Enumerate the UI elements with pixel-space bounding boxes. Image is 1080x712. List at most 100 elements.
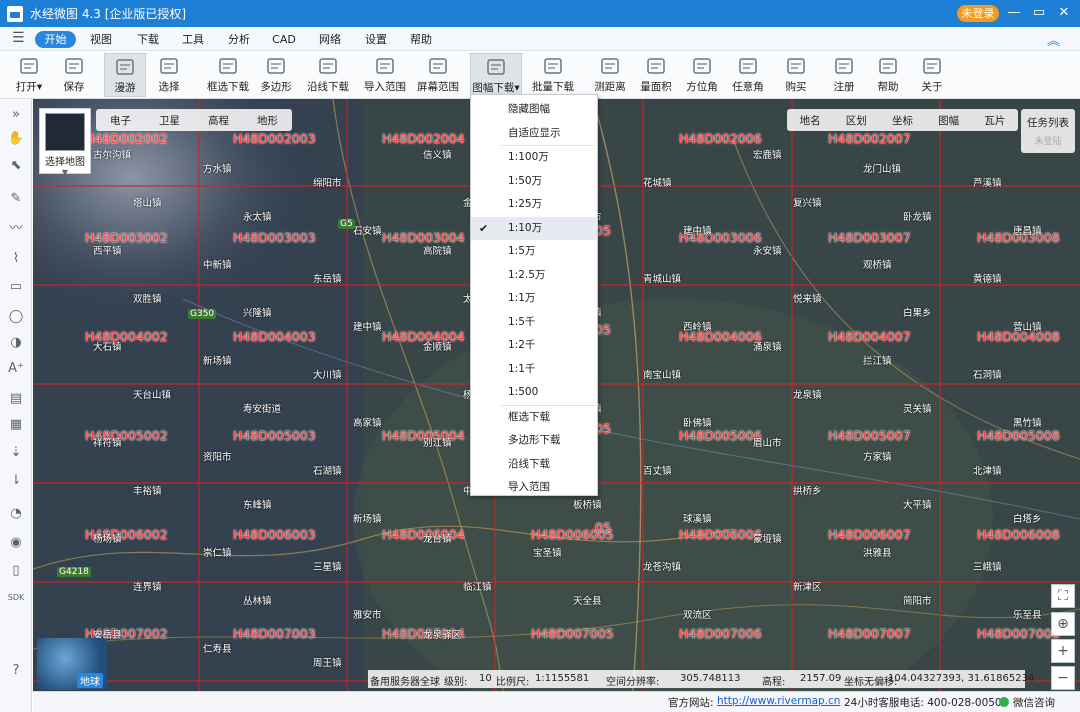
dropdown-item[interactable]: 1:1千 — [471, 358, 597, 381]
place-name-label: 龙台镇 — [423, 534, 452, 545]
collapse-ribbon-icon[interactable]: ︽ — [1047, 30, 1060, 49]
fit-extent-button[interactable]: ⛶ — [1051, 584, 1075, 608]
restore-icon[interactable]: ▭ — [1028, 2, 1050, 24]
menu-item-help[interactable]: 帮助 — [406, 32, 436, 48]
toolbar-cart-button[interactable]: 购买 — [780, 53, 812, 97]
left-tool-layer-b-icon[interactable]: ▦ — [4, 413, 28, 437]
toolbar-polygon-button[interactable]: 多边形 — [257, 53, 295, 97]
toolbar-box-select-button[interactable]: 框选下载 — [206, 53, 250, 97]
left-tool-layer-d-icon[interactable]: ⇂ — [4, 469, 28, 493]
toolbar-cursor-button[interactable]: 选择 — [152, 53, 186, 97]
dropdown-item[interactable]: 1:5万 — [471, 240, 597, 263]
menu-item-analysis[interactable]: 分析 — [224, 32, 254, 48]
dropdown-item[interactable]: 框选下载 — [471, 406, 597, 429]
wechat-link[interactable]: 微信咨询 — [1013, 695, 1055, 710]
grid-cell-label: H48D005006 — [679, 428, 762, 443]
dropdown-item[interactable]: 1:1万 — [471, 287, 597, 310]
toolbar-batch-button[interactable]: 批量下载 — [528, 53, 578, 97]
place-name-label: 连界镇 — [133, 582, 162, 593]
close-icon[interactable]: ✕ — [1053, 2, 1075, 24]
overlay-district[interactable]: 区划 — [846, 113, 867, 128]
place-name-label: 黄德镇 — [973, 274, 1002, 285]
toolbar-hand-button[interactable]: 漫游 — [104, 53, 146, 97]
left-tool-plugin-a-icon[interactable]: ◔ — [4, 502, 28, 526]
hamburger-menu-icon[interactable]: ☰ — [12, 30, 25, 46]
map-type-elevation[interactable]: 高程 — [208, 113, 229, 128]
place-name-label: 方水镇 — [203, 164, 232, 175]
dropdown-item[interactable]: 1:2千 — [471, 334, 597, 357]
map-source-picker[interactable]: 选择地图 ▼ — [39, 108, 91, 177]
left-tool-plugin-b-icon[interactable]: ◉ — [4, 531, 28, 555]
overlay-tile[interactable]: 瓦片 — [984, 113, 1005, 128]
dropdown-item[interactable]: 1:500 — [471, 381, 597, 404]
left-tool-help-icon[interactable]: ? — [4, 659, 28, 683]
dropdown-item[interactable]: 1:50万 — [471, 170, 597, 193]
task-list-panel[interactable]: 任务列表 未登陆 — [1021, 109, 1075, 153]
left-tool-draw-sector-icon[interactable]: ◑ — [4, 331, 28, 355]
left-tool-draw-polyline-icon[interactable]: ⌇ — [4, 247, 28, 271]
left-tool-layer-a-icon[interactable]: ▤ — [4, 387, 28, 411]
toolbar-area-button[interactable]: 量面积 — [636, 53, 676, 97]
zoom-in-button[interactable]: + — [1051, 639, 1075, 663]
left-tool-plugin-c-icon[interactable]: ▯ — [4, 559, 28, 583]
dropdown-item[interactable]: 1:2.5万 — [471, 264, 597, 287]
dropdown-item[interactable]: 导入范围 — [471, 476, 597, 499]
menu-item-tools[interactable]: 工具 — [178, 32, 208, 48]
menu-item-settings[interactable]: 设置 — [361, 32, 391, 48]
login-button[interactable]: 未登录 — [957, 5, 999, 22]
map-info-bar: 备用服务器全球 级别: 10 比例尺: 1:1155581 空间分辨率: 305… — [368, 670, 1034, 688]
menu-item-start[interactable]: 开始 — [35, 31, 76, 48]
map-type-terrain[interactable]: 地形 — [257, 113, 278, 128]
dropdown-item[interactable]: 1:25万 — [471, 193, 597, 216]
left-tool-select-icon[interactable]: ⬉ — [4, 154, 28, 178]
left-tool-layer-c-icon[interactable]: ⇣ — [4, 441, 28, 465]
place-name-label: 中新镇 — [203, 260, 232, 271]
zoom-out-button[interactable]: − — [1051, 666, 1075, 690]
toolbar-info-button[interactable]: 关于 — [916, 53, 948, 97]
map-type-satellite[interactable]: 卫星 — [159, 113, 180, 128]
overlay-placename[interactable]: 地名 — [800, 113, 821, 128]
left-tool-expand-icon[interactable]: » — [4, 103, 28, 127]
toolbar-folder-button[interactable]: 打开▾ — [14, 53, 44, 97]
toolbar-lock-button[interactable]: 注册 — [828, 53, 860, 97]
locate-button[interactable]: ⊕ — [1051, 612, 1075, 636]
place-name-label: 涌泉镇 — [753, 342, 782, 353]
toolbar-angle-button[interactable]: 任意角 — [728, 53, 768, 97]
toolbar-screen-button[interactable]: 屏幕范围 — [416, 53, 460, 97]
dropdown-item[interactable]: 1:5千 — [471, 311, 597, 334]
left-tool-draw-rect-icon[interactable]: ▭ — [4, 275, 28, 299]
toolbar-import-button[interactable]: 导入范围 — [362, 53, 408, 97]
menu-item-view[interactable]: 视图 — [86, 32, 116, 48]
menu-item-download[interactable]: 下载 — [133, 32, 163, 48]
dropdown-item[interactable]: 多边形下载 — [471, 429, 597, 452]
toolbar-help-button[interactable]: 帮助 — [872, 53, 904, 97]
toolbar-ruler-button[interactable]: 测距离 — [590, 53, 630, 97]
menu-item-network[interactable]: 网络 — [315, 32, 345, 48]
map-type-vector[interactable]: 电子 — [110, 113, 131, 128]
left-tool-draw-circle-icon[interactable]: ◯ — [4, 305, 28, 329]
menu-item-cad[interactable]: CAD — [269, 32, 299, 48]
toolbar-polyline-button[interactable]: 沿线下载 — [306, 53, 350, 97]
dropdown-item[interactable]: 沿线下载 — [471, 453, 597, 476]
overlay-coords[interactable]: 坐标 — [892, 113, 913, 128]
left-tool-draw-point-icon[interactable]: ✎ — [4, 187, 28, 211]
left-tool-draw-line-icon[interactable]: 〰 — [4, 217, 28, 241]
phone-label: 24小时客服电话: 400-028-0050 — [844, 697, 1002, 709]
left-tool-hand-icon[interactable]: ✋ — [4, 127, 28, 151]
toolbar-save-button[interactable]: 保存 — [58, 53, 90, 97]
dropdown-item[interactable]: 1:100万 — [471, 146, 597, 169]
left-tool-add-text-icon[interactable]: A⁺ — [4, 357, 28, 381]
toolbar-grid-button[interactable]: 图幅下载▾ — [470, 53, 522, 97]
place-name-label: 板桥镇 — [573, 500, 602, 511]
dropdown-item[interactable]: 隐藏图幅 — [471, 98, 597, 121]
left-tool-sdk-icon[interactable]: SDK — [4, 586, 28, 610]
minimize-icon[interactable]: — — [1003, 2, 1025, 24]
website-link[interactable]: http://www.rivermap.cn — [717, 695, 840, 707]
globe-minimap[interactable]: 地球 — [37, 638, 107, 690]
grid-cell-label: 05 — [595, 520, 611, 535]
overlay-sheet[interactable]: 图幅 — [938, 113, 959, 128]
place-name-label: 大川镇 — [313, 370, 342, 381]
dropdown-item[interactable]: 自适应显示 — [471, 122, 597, 145]
dropdown-item[interactable]: ✔ 1:10万 — [471, 216, 597, 240]
toolbar-azimuth-button[interactable]: 方位角 — [682, 53, 722, 97]
